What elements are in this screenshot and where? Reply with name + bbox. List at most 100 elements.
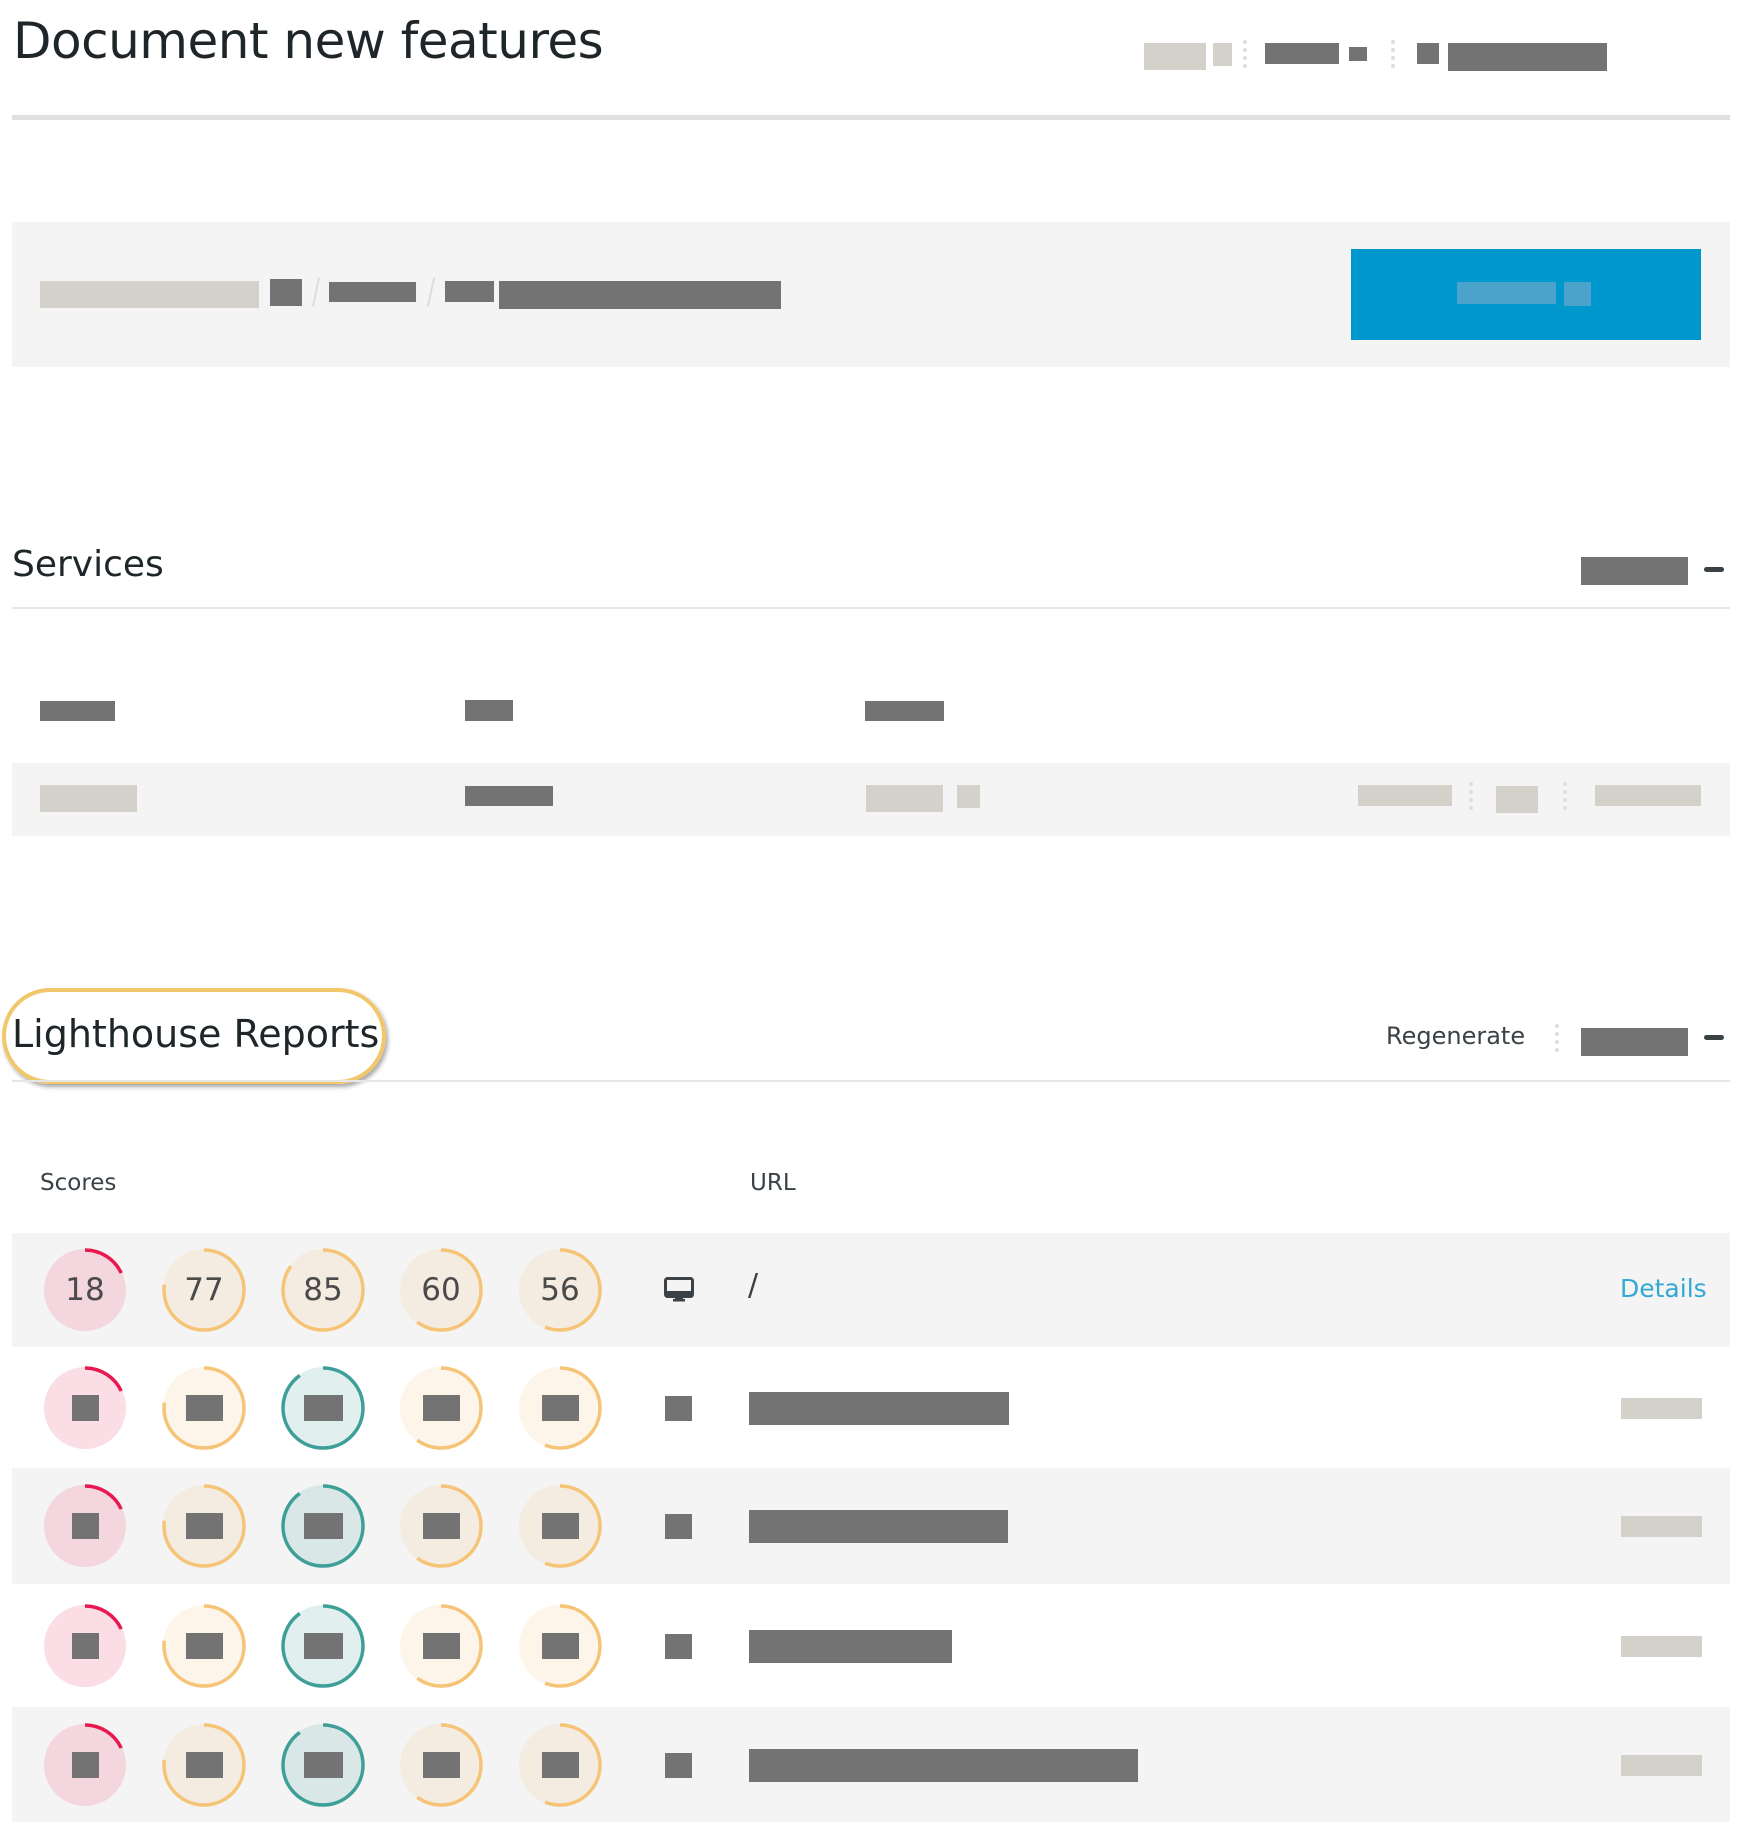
breadcrumb-icon — [445, 281, 494, 302]
desktop-icon — [664, 1277, 694, 1302]
score-gauge — [42, 1483, 128, 1569]
breadcrumb-icon — [270, 279, 302, 306]
breadcrumb-item[interactable] — [40, 281, 259, 308]
column-header-url: URL — [750, 1170, 796, 1196]
column-header-scores: Scores — [40, 1170, 117, 1196]
device-icon — [665, 1514, 692, 1539]
divider — [1391, 40, 1395, 68]
score-value — [303, 1751, 343, 1778]
header-divider — [12, 115, 1730, 120]
score-value — [185, 1751, 223, 1778]
button-label — [1457, 282, 1556, 304]
score-gauge — [161, 1365, 247, 1451]
table-cell — [866, 785, 943, 812]
score-value — [303, 1394, 343, 1421]
url-cell[interactable] — [749, 1391, 1009, 1425]
score-value: 85 — [303, 1272, 343, 1308]
breadcrumb-item[interactable] — [329, 282, 416, 302]
user-name[interactable] — [1448, 43, 1607, 71]
row-action[interactable] — [1358, 785, 1452, 806]
lighthouse-divider — [12, 1080, 1730, 1082]
score-value — [71, 1751, 99, 1778]
score-gauge: 18 — [42, 1247, 128, 1333]
score-value — [541, 1632, 579, 1659]
header-meta-item — [1144, 43, 1206, 70]
details-link[interactable]: Details — [1620, 1274, 1707, 1303]
score-gauge: 77 — [161, 1247, 247, 1333]
details-link[interactable] — [1621, 1635, 1702, 1657]
details-link[interactable] — [1621, 1397, 1702, 1419]
minus-icon[interactable] — [1704, 567, 1724, 572]
primary-action-button[interactable] — [1351, 249, 1701, 340]
breadcrumb-current — [499, 281, 781, 309]
header-meta-icon — [1213, 43, 1232, 66]
score-value — [422, 1751, 460, 1778]
score-gauge — [517, 1483, 603, 1569]
score-gauge — [280, 1603, 366, 1689]
lighthouse-action[interactable] — [1581, 1028, 1688, 1056]
score-value — [303, 1632, 343, 1659]
column-header — [40, 701, 115, 721]
score-value — [185, 1394, 223, 1421]
url-cell[interactable] — [749, 1748, 1138, 1782]
lighthouse-title: Lighthouse Reports — [12, 1012, 380, 1056]
button-icon — [1564, 282, 1591, 306]
device-icon — [665, 1633, 692, 1659]
score-value — [541, 1513, 579, 1539]
score-gauge — [517, 1722, 603, 1808]
score-value: 60 — [421, 1272, 461, 1308]
divider — [1469, 782, 1473, 810]
score-gauge — [161, 1603, 247, 1689]
score-value: 56 — [540, 1272, 580, 1308]
divider — [1243, 40, 1247, 68]
user-avatar[interactable] — [1417, 43, 1439, 64]
table-cell-icon — [957, 785, 980, 808]
url-cell[interactable]: / — [748, 1268, 758, 1303]
score-gauge — [42, 1365, 128, 1451]
device-icon — [665, 1752, 692, 1778]
score-value — [185, 1513, 223, 1539]
score-value: 18 — [65, 1272, 105, 1308]
services-title: Services — [12, 544, 164, 585]
score-gauge — [161, 1722, 247, 1808]
row-action[interactable] — [1496, 786, 1538, 813]
header-meta-icon — [1349, 47, 1367, 61]
minus-icon[interactable] — [1704, 1035, 1724, 1040]
score-value — [71, 1394, 99, 1421]
divider — [1555, 1024, 1559, 1052]
score-value — [541, 1751, 579, 1778]
details-link[interactable] — [1621, 1516, 1702, 1537]
score-gauge — [280, 1365, 366, 1451]
page-title: Document new features — [13, 12, 604, 70]
score-gauge: 85 — [280, 1247, 366, 1333]
table-cell — [40, 785, 137, 812]
score-gauge — [42, 1603, 128, 1689]
score-value — [541, 1394, 579, 1421]
score-gauge — [161, 1483, 247, 1569]
score-value: 77 — [184, 1272, 224, 1308]
url-cell[interactable] — [749, 1510, 1008, 1543]
score-value — [422, 1513, 460, 1539]
score-gauge — [398, 1483, 484, 1569]
score-gauge: 56 — [517, 1247, 603, 1333]
score-value — [422, 1632, 460, 1659]
score-gauge — [517, 1365, 603, 1451]
score-gauge — [42, 1722, 128, 1808]
score-gauge — [398, 1722, 484, 1808]
regenerate-button[interactable]: Regenerate — [1386, 1022, 1525, 1050]
score-value — [185, 1632, 223, 1659]
table-cell[interactable] — [465, 786, 553, 806]
score-gauge — [280, 1483, 366, 1569]
header-meta-item[interactable] — [1265, 43, 1339, 64]
details-link[interactable] — [1621, 1754, 1702, 1776]
score-gauge — [280, 1722, 366, 1808]
score-value — [303, 1513, 343, 1539]
table-row — [12, 1233, 1730, 1347]
column-header — [865, 701, 944, 721]
divider — [1563, 782, 1567, 810]
url-cell[interactable] — [749, 1629, 952, 1663]
services-action[interactable] — [1581, 557, 1688, 585]
column-header — [465, 700, 513, 721]
row-action[interactable] — [1595, 785, 1701, 806]
device-icon — [665, 1395, 692, 1421]
